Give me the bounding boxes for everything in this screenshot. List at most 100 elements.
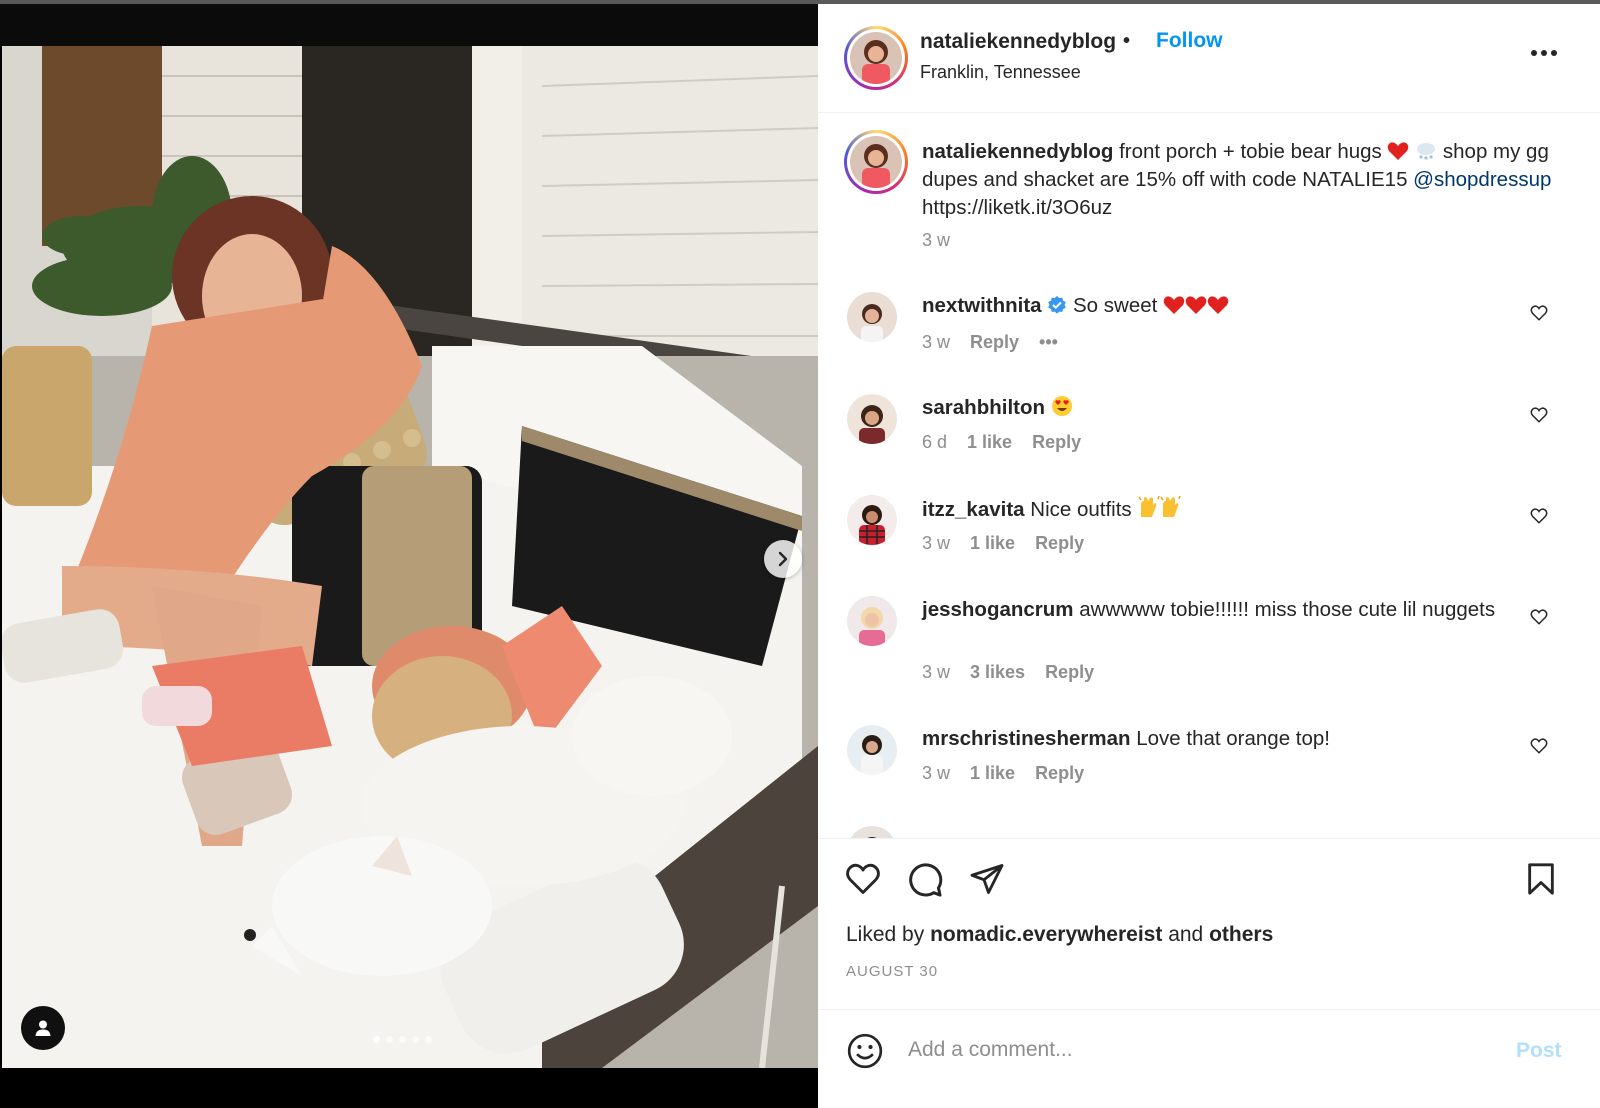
post-caption: nataliekennedyblog front porch + tobie b…: [922, 138, 1562, 222]
comment-button[interactable]: [906, 861, 944, 904]
author-avatar-image: [850, 32, 902, 84]
caption-username[interactable]: nataliekennedyblog: [922, 140, 1113, 163]
commenter-avatar[interactable]: [847, 596, 897, 646]
tagged-users-button[interactable]: [21, 1006, 65, 1050]
more-options-button[interactable]: [1530, 44, 1558, 62]
three-red-hearts-emoji-icon: [1163, 296, 1229, 314]
media-top-strip: [0, 0, 818, 46]
liked-by-and: and: [1168, 923, 1204, 946]
comment-icon: [909, 863, 943, 897]
commenter-avatar-image: [847, 394, 897, 444]
comment-body: Nice outfits: [1030, 498, 1132, 521]
post-media: [0, 0, 818, 1108]
share-button[interactable]: [968, 861, 1006, 902]
post-date[interactable]: AUGUST 30: [846, 963, 938, 980]
next-photo-button[interactable]: [764, 540, 802, 578]
commenter-avatar[interactable]: [847, 394, 897, 444]
comment-meta: 3 w 1 like Reply: [922, 763, 1084, 784]
window-edge: [818, 0, 1600, 4]
comment-timestamp[interactable]: 3 w: [922, 332, 950, 353]
like-comment-button[interactable]: [1530, 737, 1548, 760]
comment-likes-count[interactable]: 1 like: [970, 533, 1015, 554]
comment-text: itzz_kavita Nice outfits: [922, 495, 1522, 524]
save-button[interactable]: [1524, 861, 1558, 902]
like-comment-button[interactable]: [1530, 304, 1548, 327]
reply-button[interactable]: Reply: [1045, 662, 1094, 683]
carousel-indicator: [373, 1036, 432, 1043]
caption-url-link[interactable]: https://liketk.it/3O6uz: [922, 196, 1112, 219]
user-tag-icon: [35, 1020, 51, 1036]
comment-username[interactable]: jesshogancrum: [922, 598, 1074, 621]
window-edge: [0, 0, 818, 4]
comments-section[interactable]: nataliekennedyblog front porch + tobie b…: [818, 114, 1600, 854]
raising-hands-emoji-icon: [1138, 495, 1182, 517]
heart-outline-icon: [1530, 305, 1548, 321]
caption-text-part1: front porch + tobie bear hugs: [1119, 140, 1382, 163]
comment-username[interactable]: itzz_kavita: [922, 498, 1025, 521]
carousel-dot-active: [373, 1036, 380, 1043]
liked-by-others[interactable]: others: [1209, 923, 1273, 946]
commenter-avatar-image: [847, 495, 897, 545]
comment-likes-count[interactable]: 1 like: [970, 763, 1015, 784]
comment-timestamp[interactable]: 3 w: [922, 533, 950, 554]
like-comment-button[interactable]: [1530, 507, 1548, 530]
comment-timestamp[interactable]: 3 w: [922, 662, 950, 683]
liked-by-prefix: Liked by: [846, 923, 925, 946]
like-button[interactable]: [844, 861, 882, 902]
follow-button[interactable]: Follow: [1156, 29, 1223, 53]
comment-meta: 6 d 1 like Reply: [922, 432, 1081, 453]
carousel-dot: [386, 1036, 393, 1043]
reply-button[interactable]: Reply: [1035, 533, 1084, 554]
comment-timestamp[interactable]: 6 d: [922, 432, 947, 453]
carousel-dot: [425, 1036, 432, 1043]
red-heart-emoji-icon: [1388, 142, 1409, 160]
caption-author-avatar[interactable]: [844, 130, 908, 194]
commenter-avatar-image: [847, 292, 897, 342]
snow-cloud-emoji-icon: [1417, 143, 1436, 160]
post-comment-button[interactable]: Post: [1516, 1039, 1562, 1063]
reply-button[interactable]: Reply: [970, 332, 1019, 353]
comment-text: jesshogancrum awwwww tobie!!!!!! miss th…: [922, 596, 1522, 624]
reply-button[interactable]: Reply: [1035, 763, 1084, 784]
heart-icon: [846, 863, 880, 894]
commenter-avatar[interactable]: [847, 725, 897, 775]
like-comment-button[interactable]: [1530, 608, 1548, 631]
caption-timestamp[interactable]: 3 w: [922, 230, 950, 251]
comment-text: mrschristinesherman Love that orange top…: [922, 725, 1522, 753]
comment-likes-count[interactable]: 3 likes: [970, 662, 1025, 683]
caption-mention-link[interactable]: @shopdressup: [1413, 168, 1551, 191]
caption-avatar-image: [850, 136, 902, 188]
comment-more-button[interactable]: •••: [1039, 332, 1058, 353]
comment-username[interactable]: nextwithnita: [922, 294, 1042, 317]
likes-summary: Liked by nomadic.everywhereist and other…: [846, 923, 1273, 947]
comment-text: sarahbhilton: [922, 394, 1522, 422]
comment-meta: 3 w Reply •••: [922, 332, 1058, 353]
commenter-avatar[interactable]: [847, 292, 897, 342]
comment-timestamp[interactable]: 3 w: [922, 763, 950, 784]
comment-meta: 3 w 1 like Reply: [922, 533, 1084, 554]
reply-button[interactable]: Reply: [1032, 432, 1081, 453]
media-bottom-strip: [0, 1068, 818, 1108]
comment-username[interactable]: mrschristinesherman: [922, 727, 1131, 750]
heart-outline-icon: [1530, 407, 1548, 423]
carousel-dot: [399, 1036, 406, 1043]
comment-input[interactable]: [908, 1038, 1488, 1062]
heart-outline-icon: [1530, 738, 1548, 754]
comment-body: So sweet: [1073, 294, 1158, 317]
commenter-avatar[interactable]: [847, 495, 897, 545]
comment-likes-count[interactable]: 1 like: [967, 432, 1012, 453]
comment-username[interactable]: sarahbhilton: [922, 396, 1045, 419]
commenter-avatar-image: [847, 596, 897, 646]
post-location[interactable]: Franklin, Tennessee: [920, 62, 1081, 83]
heart-eyes-emoji-icon: [1051, 396, 1072, 416]
author-avatar[interactable]: [844, 26, 908, 90]
liked-by-user[interactable]: nomadic.everywhereist: [930, 923, 1162, 946]
heart-outline-icon: [1530, 508, 1548, 524]
post-header: nataliekennedyblog • Follow Franklin, Te…: [818, 0, 1600, 113]
like-comment-button[interactable]: [1530, 406, 1548, 429]
post-photo[interactable]: [2, 46, 818, 1068]
comment-body: awwwww tobie!!!!!! miss those cute lil n…: [1079, 598, 1496, 621]
emoji-picker-button[interactable]: [846, 1032, 884, 1075]
add-comment-bar: Post: [818, 1009, 1600, 1108]
author-username[interactable]: nataliekennedyblog: [920, 30, 1116, 54]
